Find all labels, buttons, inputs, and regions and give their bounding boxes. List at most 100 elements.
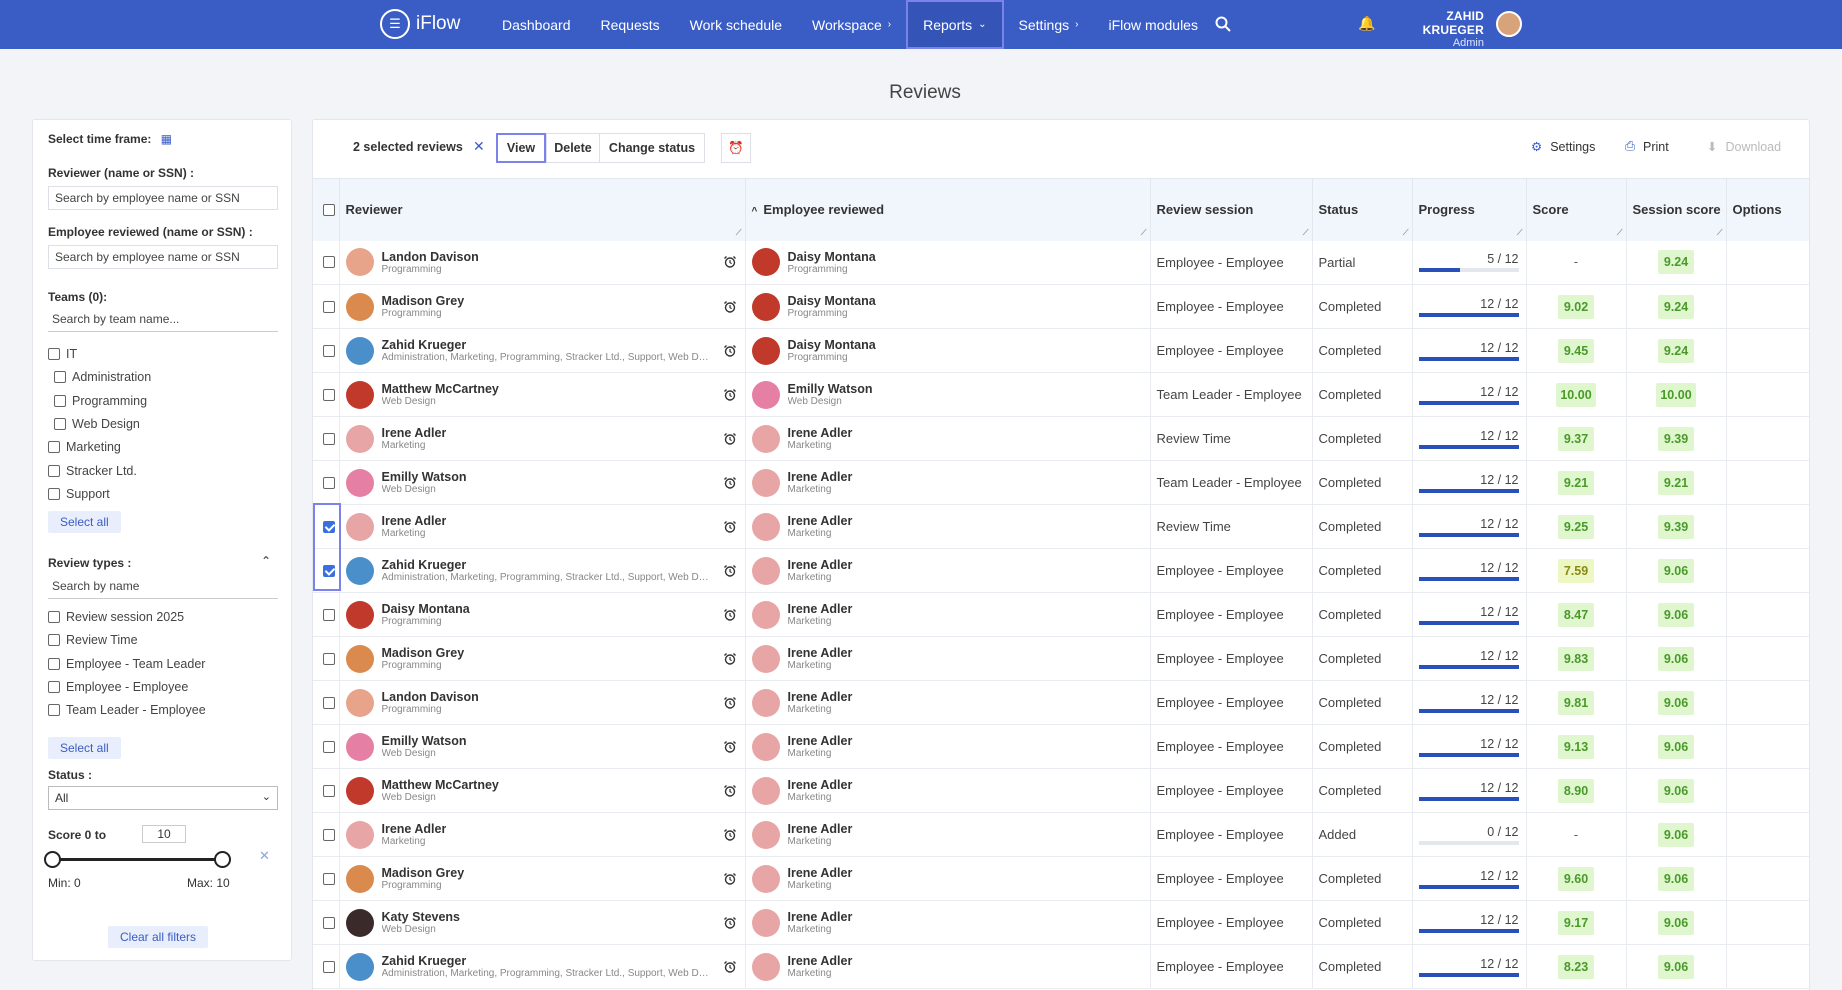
row-checkbox[interactable] (323, 696, 335, 709)
row-checkbox[interactable] (323, 256, 335, 269)
checkbox[interactable] (54, 371, 66, 384)
table-row[interactable]: Matthew McCartney Web Design Irene Adler Ma… (313, 768, 1809, 813)
row-checkbox-cell[interactable] (313, 548, 340, 593)
team-checkbox-web-design[interactable]: Web Design (54, 417, 140, 431)
clear-all-filters-button[interactable]: Clear all filters (108, 926, 209, 948)
alarm-icon[interactable] (723, 476, 737, 490)
alarm-icon[interactable] (723, 916, 737, 930)
row-checkbox-cell[interactable] (313, 944, 340, 989)
alarm-icon[interactable] (723, 564, 737, 578)
employee-cell[interactable]: Irene Adler Marketing (745, 416, 1151, 461)
col-review-session[interactable]: Review session ⟋ (1150, 178, 1313, 241)
alarm-icon[interactable] (723, 432, 737, 446)
print-button[interactable]: ⎙ Print (1625, 139, 1669, 154)
teams-select-all-button[interactable]: Select all (48, 511, 121, 533)
alarm-icon[interactable] (723, 872, 737, 886)
checkbox[interactable] (48, 487, 60, 500)
row-checkbox-cell[interactable] (313, 372, 340, 417)
calendar-icon[interactable]: ▦ (161, 132, 172, 146)
change-status-button[interactable]: Change status (599, 133, 705, 163)
options-cell[interactable] (1726, 856, 1809, 901)
checkbox[interactable] (48, 680, 60, 693)
table-row[interactable]: Daisy Montana Programming Irene Adler Marke… (313, 592, 1809, 637)
checkbox[interactable] (48, 657, 60, 670)
row-checkbox[interactable] (323, 608, 335, 621)
status-select[interactable]: All ⌄ (48, 786, 278, 810)
employee-cell[interactable]: Daisy Montana Programming (745, 240, 1151, 285)
options-cell[interactable] (1726, 504, 1809, 549)
options-cell[interactable] (1726, 636, 1809, 681)
employee-cell[interactable]: Irene Adler Marketing (745, 856, 1151, 901)
employee-cell[interactable]: Irene Adler Marketing (745, 460, 1151, 505)
table-row[interactable]: Emilly Watson Web Design Irene Adler Market… (313, 460, 1809, 505)
checkbox[interactable] (48, 441, 60, 454)
checkbox[interactable] (48, 348, 60, 360)
table-row[interactable]: Zahid Krueger Administration, Marketing, … (313, 548, 1809, 593)
options-cell[interactable] (1726, 240, 1809, 285)
reset-score-icon[interactable]: ✕ (259, 848, 270, 864)
settings-button[interactable]: ⚙ Settings (1531, 139, 1595, 155)
table-row[interactable]: Zahid Krueger Administration, Marketing, … (313, 328, 1809, 373)
row-checkbox[interactable] (323, 784, 335, 797)
alarm-icon[interactable] (723, 652, 737, 666)
table-row[interactable]: Madison Grey Programming Daisy Montana Prog… (313, 284, 1809, 329)
employee-cell[interactable]: Irene Adler Marketing (745, 944, 1151, 989)
reviewer-cell[interactable]: Irene Adler Marketing (339, 812, 746, 857)
alarm-icon[interactable] (723, 300, 737, 314)
row-checkbox-cell[interactable] (313, 504, 340, 549)
row-checkbox-cell[interactable] (313, 900, 340, 945)
employee-cell[interactable]: Irene Adler Marketing (745, 504, 1151, 549)
alarm-icon[interactable] (723, 828, 737, 842)
employee-search-input[interactable]: Search by employee name or SSN (48, 245, 278, 269)
row-checkbox-cell[interactable] (313, 416, 340, 461)
review-type-checkbox[interactable]: Review Time (48, 633, 138, 647)
employee-cell[interactable]: Emilly Watson Web Design (745, 372, 1151, 417)
employee-cell[interactable]: Irene Adler Marketing (745, 548, 1151, 593)
employee-cell[interactable]: Irene Adler Marketing (745, 724, 1151, 769)
checkbox[interactable] (48, 704, 60, 717)
reviewer-cell[interactable]: Katy Stevens Web Design (339, 900, 746, 945)
alarm-icon[interactable] (723, 255, 737, 269)
team-checkbox-marketing[interactable]: Marketing (48, 440, 121, 454)
download-button[interactable]: ⬇ Download (1707, 139, 1781, 155)
select-all-checkbox-cell[interactable] (313, 178, 340, 241)
review-type-checkbox[interactable]: Employee - Employee (48, 680, 188, 694)
row-checkbox-cell[interactable] (313, 284, 340, 329)
table-row[interactable]: Madison Grey Programming Irene Adler Market… (313, 856, 1809, 901)
nav-item-workspace[interactable]: Workspace › (797, 0, 906, 49)
table-row[interactable]: Zahid Krueger Administration, Marketing, … (313, 944, 1809, 989)
nav-item-reports[interactable]: Reports ⌄ (906, 0, 1004, 49)
score-slider-max-handle[interactable] (214, 851, 231, 868)
review-type-checkbox[interactable]: Employee - Team Leader (48, 657, 205, 671)
options-cell[interactable] (1726, 944, 1809, 989)
options-cell[interactable] (1726, 768, 1809, 813)
options-cell[interactable] (1726, 680, 1809, 725)
row-checkbox[interactable] (323, 300, 335, 313)
row-checkbox-cell[interactable] (313, 240, 340, 285)
col-reviewer[interactable]: Reviewer ⟋ (339, 178, 746, 241)
row-checkbox[interactable] (323, 344, 335, 357)
score-max-input[interactable]: 10 (142, 825, 186, 843)
row-checkbox-cell[interactable] (313, 460, 340, 505)
row-checkbox[interactable] (323, 960, 335, 973)
score-slider-track[interactable] (53, 858, 223, 861)
table-row[interactable]: Emilly Watson Web Design Irene Adler Market… (313, 724, 1809, 769)
reviewer-cell[interactable]: Landon Davison Programming (339, 240, 746, 285)
reviewer-cell[interactable]: Matthew McCartney Web Design (339, 372, 746, 417)
row-checkbox-cell[interactable] (313, 680, 340, 725)
options-cell[interactable] (1726, 592, 1809, 637)
options-cell[interactable] (1726, 328, 1809, 373)
row-checkbox[interactable] (323, 432, 335, 445)
reviewer-cell[interactable]: Irene Adler Marketing (339, 416, 746, 461)
reviewer-search-input[interactable]: Search by employee name or SSN (48, 186, 278, 210)
select-all-checkbox[interactable] (323, 203, 335, 216)
reviewer-cell[interactable]: Emilly Watson Web Design (339, 460, 746, 505)
reviewer-cell[interactable]: Emilly Watson Web Design (339, 724, 746, 769)
reviewer-cell[interactable]: Madison Grey Programming (339, 856, 746, 901)
review-type-checkbox[interactable]: Team Leader - Employee (48, 703, 206, 717)
options-cell[interactable] (1726, 724, 1809, 769)
alarm-icon[interactable] (723, 740, 737, 754)
employee-cell[interactable]: Irene Adler Marketing (745, 768, 1151, 813)
row-checkbox[interactable] (323, 476, 335, 489)
table-row[interactable]: Irene Adler Marketing Irene Adler Marketing… (313, 812, 1809, 857)
